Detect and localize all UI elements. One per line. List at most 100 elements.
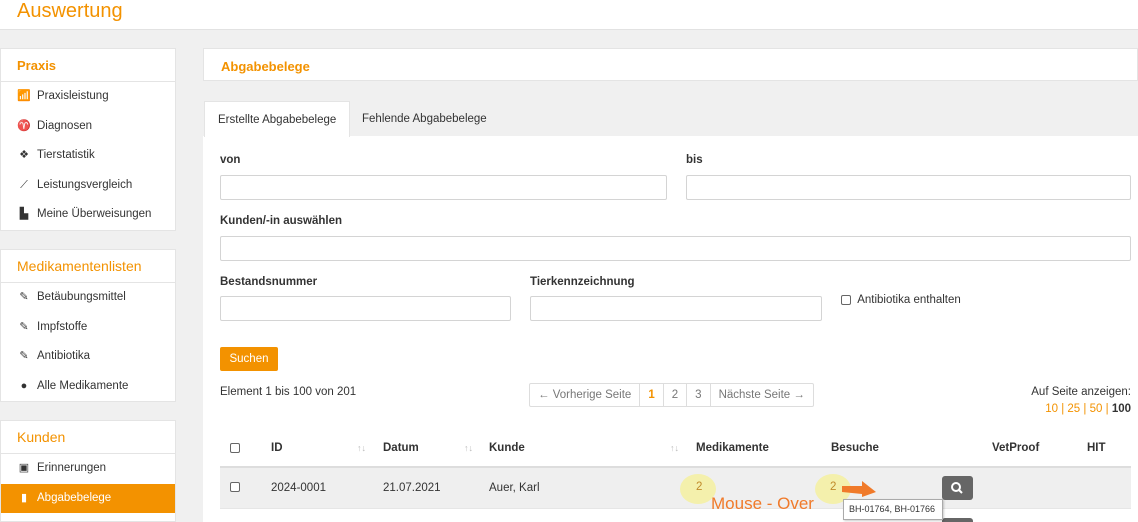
column-header-hit: HIT xyxy=(1087,442,1106,454)
sort-icon[interactable]: ↑↓ xyxy=(670,443,679,453)
sidebar-item-ueberweisungen[interactable]: ▙ Meine Überweisungen xyxy=(1,200,175,230)
cell-id: 2024-0001 xyxy=(271,482,326,494)
sidebar-item-label: Erinnerungen xyxy=(37,462,107,474)
sidebar-section-medikamente: Medikamentenlisten ✎ Betäubungsmittel ✎ … xyxy=(0,249,176,402)
table-row[interactable] xyxy=(220,468,1131,508)
sidebar-item-tierstatistik[interactable]: ❖ Tierstatistik xyxy=(1,141,175,171)
sidebar-section-praxis: Praxis 📶 Praxisleistung ♈ Diagnosen ❖ Ti… xyxy=(0,48,176,231)
sidebar-item-erinnerungen[interactable]: ▣ Erinnerungen xyxy=(1,454,175,484)
section-header: Abgabebelege xyxy=(203,48,1138,81)
von-input[interactable] xyxy=(220,175,667,200)
select-all-checkbox[interactable] xyxy=(230,443,240,453)
page-size-selector: 10 | 25 | 50 | 100 xyxy=(1045,403,1131,415)
bestandsnummer-input[interactable] xyxy=(220,296,511,321)
antibiotika-label: Antibiotika enthalten xyxy=(857,294,961,306)
sidebar-item-impfstoffe[interactable]: ✎ Impfstoffe xyxy=(1,313,175,343)
sidebar-item-label: Praxisleistung xyxy=(37,90,109,102)
kunde-select[interactable] xyxy=(220,236,1131,261)
column-header-medikamente: Medikamente xyxy=(696,442,769,454)
sidebar-item-label: Alle Medikamente xyxy=(37,379,129,392)
cell-kunde: Auer, Karl xyxy=(489,482,540,494)
pagination-page-1[interactable]: 1 xyxy=(640,384,664,406)
sidebar-item-label: Betäubungsmittel xyxy=(37,291,126,303)
antibiotika-checkbox-row[interactable]: Antibiotika enthalten xyxy=(841,294,961,306)
page-title: Auswertung xyxy=(17,0,123,22)
results-summary: Element 1 bis 100 von 201 xyxy=(220,386,357,398)
column-header-datum[interactable]: Datum xyxy=(383,442,419,454)
view-details-button[interactable] xyxy=(942,518,973,522)
tab-fehlende-abgabebelege[interactable]: Fehlende Abgabebelege xyxy=(349,101,500,137)
table-row[interactable] xyxy=(220,508,1131,522)
sidebar-item-alle-medikamente[interactable]: ● Alle Medikamente xyxy=(1,372,175,402)
tab-erstellte-abgabebelege[interactable]: Erstellte Abgabebelege xyxy=(204,101,351,137)
von-label: von xyxy=(220,154,241,166)
search-icon xyxy=(951,482,963,494)
section-title: Abgabebelege xyxy=(221,59,310,74)
pills-icon: ● xyxy=(20,379,28,392)
pagination-page-2[interactable]: 2 xyxy=(664,384,688,406)
search-button[interactable]: Suchen xyxy=(220,347,278,371)
gift-icon: ▣ xyxy=(18,462,30,474)
arrow-icon xyxy=(842,481,876,497)
cell-besuche[interactable]: 2 xyxy=(830,481,836,493)
row-checkbox[interactable] xyxy=(230,482,240,492)
page-size-option-50[interactable]: 50 xyxy=(1090,403,1103,415)
pagination: ← Vorherige Seite 1 2 3 Nächste Seite → xyxy=(529,383,814,407)
bestandsnummer-label: Bestandsnummer xyxy=(220,276,318,288)
page-size-label: Auf Seite anzeigen: xyxy=(1031,386,1131,398)
sort-icon[interactable]: ↑↓ xyxy=(357,443,366,453)
pagination-prev-button[interactable]: ← Vorherige Seite xyxy=(530,384,641,406)
sidebar-item-label: Antibiotika xyxy=(37,350,91,363)
stethoscope-icon: ♈ xyxy=(17,119,31,132)
sidebar-item-label: Impfstoffe xyxy=(37,320,88,333)
sidebar-item-label: Tierstatistik xyxy=(37,149,95,162)
pagination-page-3[interactable]: 3 xyxy=(687,384,711,406)
sidebar-item-betaeubungsmittel[interactable]: ✎ Betäubungsmittel xyxy=(1,283,175,313)
column-header-besuche: Besuche xyxy=(831,442,879,454)
receipt-icon: ▮ xyxy=(20,491,28,504)
sidebar-item-label: Meine Überweisungen xyxy=(37,208,152,221)
sidebar-item-leistungsvergleich[interactable]: ⟋ Leistungsvergleich xyxy=(1,171,175,201)
sort-icon[interactable]: ↑↓ xyxy=(464,443,473,453)
bis-input[interactable] xyxy=(686,175,1131,200)
sidebar-item-label: Diagnosen xyxy=(37,119,92,132)
column-header-kunde[interactable]: Kunde xyxy=(489,442,525,454)
sidebar-section-title: Praxis xyxy=(1,49,175,82)
sidebar-section-title: Medikamentenlisten xyxy=(1,250,175,283)
column-header-vetproof: VetProof xyxy=(992,442,1040,454)
page-size-option-100[interactable]: 100 xyxy=(1112,403,1131,415)
cell-medikamente[interactable]: 2 xyxy=(696,481,702,493)
tierkennzeichnung-input[interactable] xyxy=(530,296,822,321)
page-size-separator: | xyxy=(1083,403,1087,415)
sidebar-item-diagnosen[interactable]: ♈ Diagnosen xyxy=(1,112,175,142)
page-size-separator: | xyxy=(1105,403,1109,415)
sidebar-item-label: Leistungsvergleich xyxy=(37,178,133,191)
line-chart-icon: ⟋ xyxy=(20,178,28,191)
sidebar-section-title: Kunden xyxy=(1,421,175,454)
syringe-icon: ✎ xyxy=(19,291,29,303)
bis-label: bis xyxy=(686,154,703,166)
sidebar-item-label: Abgabebelege xyxy=(37,491,112,504)
kunde-label: Kunden/-in auswählen xyxy=(220,215,343,227)
sidebar-item-antibiotika[interactable]: ✎ Antibiotika xyxy=(1,342,175,372)
pagination-next-button[interactable]: Nächste Seite → xyxy=(711,384,813,406)
page-size-separator: | xyxy=(1061,403,1065,415)
bar-chart-icon: 📶 xyxy=(17,90,31,102)
page-size-option-10[interactable]: 10 xyxy=(1045,403,1058,415)
header-bar: Auswertung xyxy=(0,0,1138,30)
mouse-over-annotation: Mouse - Over xyxy=(711,494,814,513)
sidebar-item-abgabebelege[interactable]: ▮ Abgabebelege xyxy=(1,483,175,514)
syringe-icon: ✎ xyxy=(19,350,29,363)
sidebar-section-kunden: Kunden ▣ Erinnerungen ▮ Abgabebelege xyxy=(0,420,176,522)
file-export-icon: ▙ xyxy=(19,208,29,221)
tierkennzeichnung-label: Tierkennzeichnung xyxy=(530,276,635,288)
tooltip: BH-01764, BH-01766 xyxy=(843,499,943,520)
cell-datum: 21.07.2021 xyxy=(383,482,441,494)
view-details-button[interactable] xyxy=(942,476,973,500)
antibiotika-checkbox[interactable] xyxy=(841,295,851,305)
syringe-icon: ✎ xyxy=(19,320,29,333)
page-size-option-25[interactable]: 25 xyxy=(1067,403,1080,415)
column-header-id[interactable]: ID xyxy=(271,442,283,454)
paw-icon: ❖ xyxy=(19,149,29,162)
sidebar-item-praxisleistung[interactable]: 📶 Praxisleistung xyxy=(1,82,175,112)
